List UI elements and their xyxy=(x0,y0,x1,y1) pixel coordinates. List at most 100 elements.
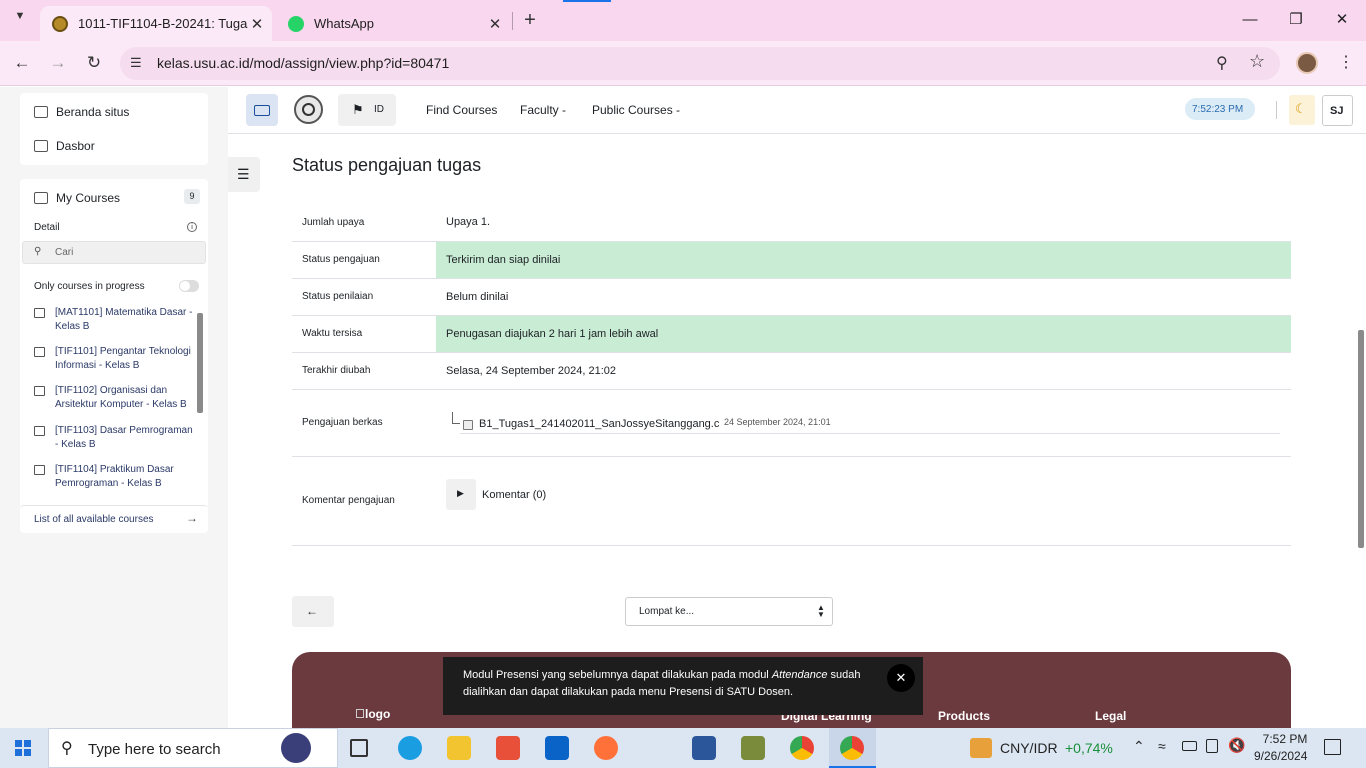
nav-public-courses[interactable]: Public Courses - xyxy=(592,103,680,117)
row-value: Penugasan diajukan 2 hari 1 jam lebih aw… xyxy=(446,328,659,340)
store-icon[interactable] xyxy=(496,736,520,760)
course-icon xyxy=(34,308,45,318)
firefox-icon[interactable] xyxy=(594,736,618,760)
search-highlight-icon xyxy=(281,733,311,763)
clock-time[interactable]: 7:52 PM xyxy=(1260,732,1310,746)
ticker-icon xyxy=(970,738,992,758)
restore-button[interactable]: ❐ xyxy=(1276,8,1316,32)
page-title: Status pengajuan tugas xyxy=(292,155,482,175)
file-explorer-icon[interactable] xyxy=(447,736,471,760)
clock-time: 7:52:23 PM xyxy=(1192,104,1244,115)
main-content: ☰ Status pengajuan tugas Jumlah upaya Up… xyxy=(228,134,1356,728)
nav-home[interactable]: Beranda situs xyxy=(34,105,129,119)
search-icon: ⚲ xyxy=(61,740,73,757)
language-label: ID xyxy=(374,104,384,115)
dashboard-icon xyxy=(34,140,48,152)
course-search-input[interactable]: ⚲ Cari xyxy=(22,241,206,264)
file-underline xyxy=(460,433,1280,434)
all-courses-link[interactable]: List of all available courses xyxy=(34,514,154,525)
forward-button[interactable]: → xyxy=(46,53,70,73)
nav-faculty[interactable]: Faculty - xyxy=(520,103,566,117)
chrome-active-app[interactable] xyxy=(829,728,876,768)
zoom-icon[interactable]: ⚲ xyxy=(1216,53,1228,73)
search-icon: ⚲ xyxy=(34,246,42,257)
course-item[interactable]: [TIF1104] Praktikum Dasar Pemrograman - … xyxy=(34,463,194,490)
tab-assignment[interactable]: 1011-TIF1104-B-20241: Tugas 1 ✕ xyxy=(40,6,272,41)
user-avatar[interactable]: SJ xyxy=(1322,95,1353,126)
windows-start-icon[interactable] xyxy=(15,740,31,756)
toast-close-button[interactable]: ✕ xyxy=(887,664,915,692)
jump-to-select[interactable]: Lompat ke... ▲ ▼ xyxy=(625,597,833,626)
page-scrollbar[interactable] xyxy=(1356,134,1366,728)
volume-muted-icon[interactable]: 🔇 xyxy=(1228,737,1245,754)
notification-icon[interactable] xyxy=(1324,739,1341,755)
site-info-icon[interactable]: ☰ xyxy=(130,55,146,71)
taskbar-search-box[interactable]: ⚲ Type here to search xyxy=(48,728,338,768)
previous-activity-button[interactable]: ← xyxy=(292,596,334,627)
row-value: Terkirim dan siap dinilai xyxy=(446,254,561,266)
divider xyxy=(1276,101,1277,119)
close-tab-icon[interactable]: ✕ xyxy=(248,15,266,33)
reload-button[interactable]: ↻ xyxy=(82,53,106,73)
in-progress-toggle-label: Only courses in progress xyxy=(34,281,145,292)
app-icon[interactable] xyxy=(741,736,765,760)
tab-title: WhatsApp xyxy=(314,16,374,31)
edge-icon[interactable] xyxy=(398,736,422,760)
file-link[interactable]: B1_Tugas1_241402011_SanJossyeSitanggang.… xyxy=(479,418,719,430)
index-drawer-toggle[interactable]: ☰ xyxy=(228,157,260,192)
status-row-attempt: Jumlah upaya Upaya 1. xyxy=(292,204,1291,242)
page-scrollbar-thumb[interactable] xyxy=(1358,330,1364,548)
toast-text-1: Modul Presensi yang sebelumnya dapat dil… xyxy=(463,669,772,681)
course-list-scrollbar[interactable] xyxy=(197,305,203,485)
time-remaining-cell: Penugasan diajukan 2 hari 1 jam lebih aw… xyxy=(436,316,1291,352)
task-view-icon[interactable] xyxy=(350,739,368,757)
nav-find-courses[interactable]: Find Courses xyxy=(426,103,497,117)
url-text[interactable]: kelas.usu.ac.id/mod/assign/view.php?id=8… xyxy=(157,55,449,71)
tab-whatsapp[interactable]: WhatsApp ✕ xyxy=(276,6,510,41)
broken-image-icon xyxy=(356,709,364,718)
close-window-button[interactable]: ✕ xyxy=(1322,8,1362,32)
clock-date[interactable]: 9/26/2024 xyxy=(1254,749,1307,763)
status-row-comments: Komentar pengajuan ▶ Komentar (0) xyxy=(292,457,1291,546)
bookmark-star-icon[interactable]: ☆ xyxy=(1249,51,1265,72)
info-icon[interactable]: i xyxy=(187,222,197,232)
clock-badge: 7:52:23 PM xyxy=(1185,98,1255,120)
profile-avatar[interactable] xyxy=(1296,52,1318,74)
all-courses-card[interactable]: List of all available courses → xyxy=(20,505,208,533)
wifi-icon[interactable]: ≈ xyxy=(1158,738,1166,754)
nav-dashboard[interactable]: Dasbor xyxy=(34,139,95,153)
battery-icon[interactable] xyxy=(1182,741,1197,751)
language-button[interactable]: ⚑ ID xyxy=(338,94,396,126)
ticker-change[interactable]: +0,74% xyxy=(1065,740,1113,756)
comments-expand-button[interactable]: ▶ xyxy=(446,479,476,510)
course-item[interactable]: [TIF1101] Pengantar Teknologi Informasi … xyxy=(34,345,194,372)
comments-link[interactable]: Komentar (0) xyxy=(482,489,546,501)
minimize-button[interactable]: — xyxy=(1230,8,1270,32)
course-icon xyxy=(34,426,45,436)
ticker-name[interactable]: CNY/IDR xyxy=(1000,740,1058,756)
word-icon[interactable] xyxy=(692,736,716,760)
show-hidden-icons[interactable]: ⌃ xyxy=(1133,738,1145,755)
footer-col-legal: Legal xyxy=(1095,709,1127,723)
scrollbar-thumb[interactable] xyxy=(197,313,203,413)
outlook-icon[interactable] xyxy=(545,736,569,760)
new-tab-button[interactable]: + xyxy=(520,9,540,31)
browser-menu-icon[interactable]: ⋮ xyxy=(1338,52,1354,72)
back-button[interactable]: ← xyxy=(10,53,34,73)
course-item[interactable]: [MAT1101] Matematika Dasar - Kelas B xyxy=(34,306,194,333)
toast-emphasis: Attendance xyxy=(771,669,828,681)
usu-logo[interactable] xyxy=(294,95,323,124)
course-item[interactable]: [TIF1102] Organisasi dan Arsitektur Komp… xyxy=(34,384,194,411)
drawer-toggle-button[interactable] xyxy=(246,94,278,126)
in-progress-toggle[interactable] xyxy=(179,280,199,292)
course-item[interactable]: [TIF1103] Dasar Pemrograman - Kelas B xyxy=(34,424,194,451)
toggle-knob xyxy=(180,281,190,291)
chrome-icon[interactable] xyxy=(790,736,814,760)
device-icon[interactable] xyxy=(1206,739,1218,753)
course-icon xyxy=(34,465,45,475)
arrow-left-icon: ← xyxy=(306,604,318,618)
close-tab-icon[interactable]: ✕ xyxy=(486,15,504,33)
dark-mode-toggle[interactable]: ☾ xyxy=(1289,95,1315,125)
logo-inner xyxy=(302,103,315,116)
tab-search-button[interactable]: ▼ xyxy=(8,10,32,30)
